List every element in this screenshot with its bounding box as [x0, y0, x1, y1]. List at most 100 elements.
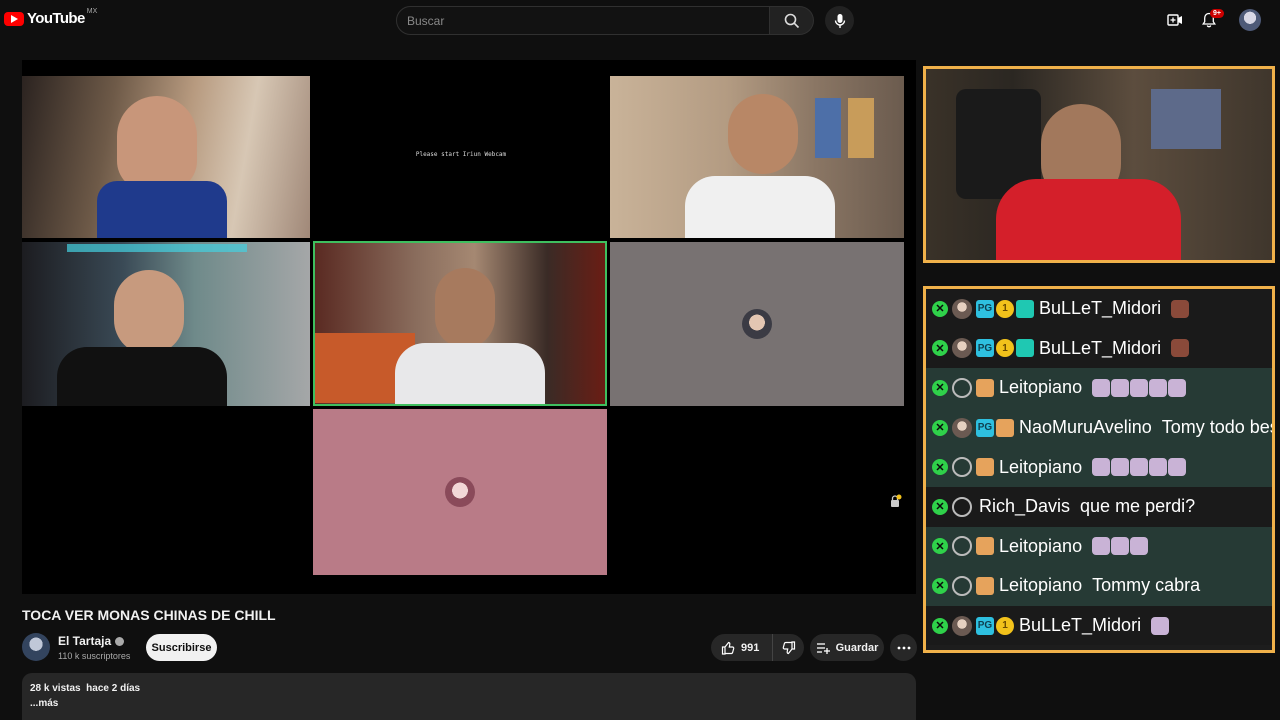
- chat-text: que me perdi?: [1080, 496, 1196, 517]
- like-dislike-group: 991: [711, 634, 804, 661]
- chat-username[interactable]: Leitopiano: [999, 536, 1082, 557]
- chat-user-avatar: [952, 496, 972, 517]
- subscriber-count: 110 k suscriptores: [58, 651, 131, 661]
- youtube-logo[interactable]: YouTube MX: [4, 8, 98, 27]
- webcam-tile-3: [610, 76, 904, 238]
- search-input[interactable]: Buscar: [396, 6, 770, 35]
- chat-user-avatar: [952, 377, 972, 398]
- chat-user-avatar: [952, 615, 972, 636]
- moderator-x-icon: ✕: [932, 459, 948, 476]
- chat-user-avatar: [952, 575, 972, 596]
- emote-icon: [1092, 537, 1111, 556]
- emote-icon: [1092, 378, 1111, 397]
- coin-badge-icon: 1: [996, 299, 1014, 318]
- search-button[interactable]: [770, 6, 814, 35]
- chat-user-avatar: [952, 338, 972, 359]
- chat-username[interactable]: Leitopiano: [999, 575, 1082, 596]
- emote-icon: [1168, 458, 1187, 477]
- participant-avatar: [742, 309, 772, 339]
- emote-icon: [1149, 458, 1168, 477]
- webcam-tile-2: Please start Iriun Webcam: [314, 76, 608, 238]
- webcam-placeholder-text: Please start Iriun Webcam: [415, 151, 507, 158]
- account-avatar[interactable]: [1239, 9, 1261, 31]
- dislike-button[interactable]: [773, 640, 804, 655]
- moderator-x-icon: ✕: [932, 498, 948, 515]
- video-player[interactable]: Please start Iriun Webcam: [22, 60, 916, 594]
- streamer-webcam: [923, 66, 1275, 263]
- description-box[interactable]: 28 k vistas hace 2 días ...más: [22, 673, 916, 720]
- emote-icon: [1171, 339, 1190, 358]
- logo-text: YouTube: [27, 10, 85, 27]
- create-video-icon: [1167, 14, 1182, 26]
- chat-username[interactable]: NaoMuruAvelino: [1019, 417, 1152, 438]
- lock-icon: [888, 494, 902, 508]
- participant-avatar: [445, 477, 475, 507]
- chat-username[interactable]: Leitopiano: [999, 377, 1082, 398]
- thumbs-down-icon: [782, 640, 795, 654]
- chat-message: ✕ Leitopiano: [926, 447, 1272, 487]
- create-button[interactable]: [1165, 10, 1185, 30]
- chat-username[interactable]: BuLLeT_Midori: [1039, 298, 1161, 319]
- emote-icon: [1130, 458, 1149, 477]
- fox-badge-icon: [976, 576, 994, 595]
- like-count: 991: [741, 641, 760, 654]
- emote-icon: [1111, 458, 1130, 477]
- search-icon: [784, 13, 799, 28]
- more-actions-button[interactable]: [890, 634, 917, 661]
- chat-overlay: ✕ PG 1 BuLLeT_Midori ✕ PG 1 BuLLeT_Midori ✕ Leito…: [923, 286, 1275, 653]
- save-label: Guardar: [835, 641, 879, 654]
- chat-username[interactable]: BuLLeT_Midori: [1039, 338, 1161, 359]
- channel-name[interactable]: El Tartaja: [58, 634, 125, 648]
- chat-username[interactable]: Rich_Davis: [979, 496, 1070, 517]
- gift-badge-icon: [1016, 339, 1034, 358]
- description-meta: 28 k vistas hace 2 días: [30, 683, 908, 694]
- chat-user-avatar: [952, 298, 972, 319]
- emote-icon: [1168, 378, 1187, 397]
- pg-badge-icon: PG: [976, 339, 994, 358]
- chat-user-avatar: [952, 417, 972, 438]
- emote-icon: [1111, 537, 1130, 556]
- playlist-add-icon: [816, 642, 830, 654]
- save-button[interactable]: Guardar: [810, 634, 884, 661]
- fox-badge-icon: [996, 418, 1014, 437]
- moderator-x-icon: ✕: [932, 577, 948, 594]
- moderator-x-icon: ✕: [932, 300, 948, 317]
- chat-text: Tommy cabra: [1092, 575, 1201, 596]
- emote-icon: [1130, 537, 1149, 556]
- webcam-tile-5-active: [313, 241, 607, 406]
- moderator-x-icon: ✕: [932, 538, 948, 555]
- emote-icon: [1092, 458, 1111, 477]
- chat-username[interactable]: Leitopiano: [999, 457, 1082, 478]
- moderator-x-icon: ✕: [932, 419, 948, 436]
- notification-count-badge: 9+: [1210, 9, 1224, 18]
- chat-user-avatar: [952, 457, 972, 478]
- more-horizontal-icon: [897, 646, 910, 649]
- pg-badge-icon: PG: [976, 616, 994, 635]
- coin-badge-icon: 1: [996, 339, 1014, 358]
- chat-username[interactable]: BuLLeT_Midori: [1019, 615, 1141, 636]
- voice-search-button[interactable]: [825, 6, 854, 35]
- fox-badge-icon: [976, 378, 994, 397]
- fox-badge-icon: [976, 537, 994, 556]
- thumbs-up-icon: [721, 641, 735, 655]
- top-bar: YouTube MX Buscar 9+: [0, 0, 1280, 40]
- country-code: MX: [86, 8, 98, 15]
- webcam-tile-4: [22, 242, 310, 406]
- emote-icon: [1111, 378, 1130, 397]
- moderator-x-icon: ✕: [932, 340, 948, 357]
- chat-message: ✕ PG 1 BuLLeT_Midori: [926, 605, 1272, 646]
- moderator-x-icon: ✕: [932, 379, 948, 396]
- chat-message: ✕ Leitopiano: [926, 368, 1272, 408]
- gift-badge-icon: [1016, 299, 1034, 318]
- like-button[interactable]: 991: [711, 634, 773, 661]
- fox-badge-icon: [976, 458, 994, 477]
- verified-icon: [115, 637, 125, 647]
- chat-text: Tomy todo bestia: [1161, 417, 1272, 438]
- channel-avatar[interactable]: [22, 633, 50, 661]
- chat-message: ✕ Rich_Davis que me perdi?: [926, 486, 1272, 527]
- view-count: 28 k vistas: [30, 683, 81, 694]
- moderator-x-icon: ✕: [932, 617, 948, 634]
- show-more-link[interactable]: ...más: [30, 698, 908, 709]
- chat-message: ✕ PG 1 BuLLeT_Midori: [926, 289, 1272, 329]
- subscribe-button[interactable]: Suscribirse: [146, 634, 217, 661]
